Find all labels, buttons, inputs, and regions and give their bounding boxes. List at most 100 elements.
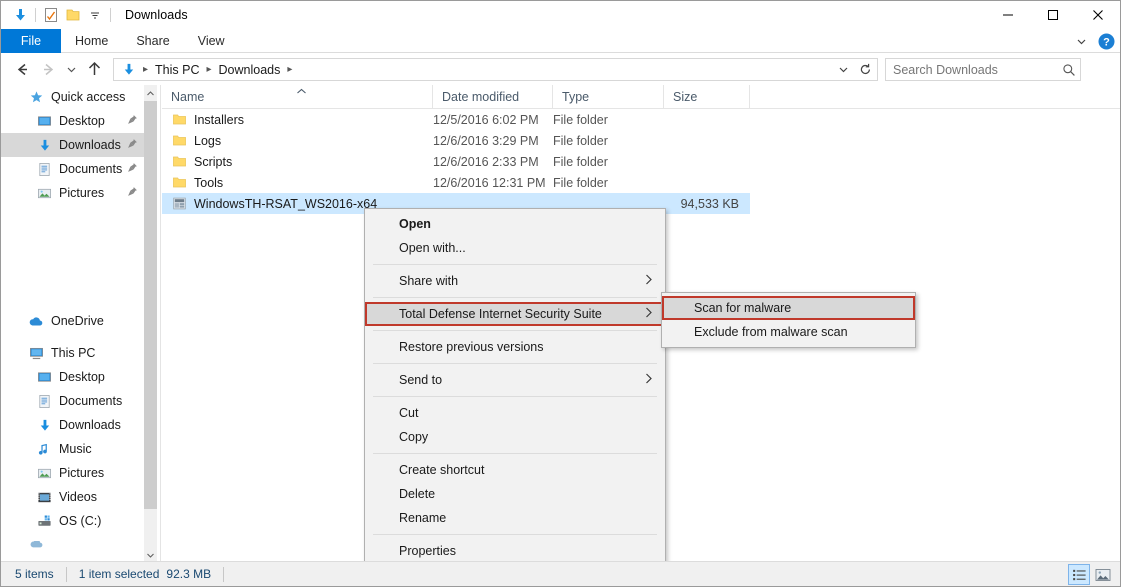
details-view-button[interactable] <box>1068 564 1090 585</box>
table-row[interactable]: Installers 12/5/2016 6:02 PM File folder <box>162 109 1120 130</box>
column-header-date-modified[interactable]: Date modified <box>432 85 552 108</box>
context-menu[interactable]: Open Open with... Share with Total Defen… <box>364 208 666 567</box>
table-row[interactable]: Tools 12/6/2016 12:31 PM File folder <box>162 172 1120 193</box>
sidebar-item-partial[interactable] <box>1 533 146 557</box>
table-row[interactable]: Scripts 12/6/2016 2:33 PM File folder <box>162 151 1120 172</box>
window-controls <box>985 1 1120 29</box>
file-date-cell: 12/6/2016 2:33 PM <box>433 154 539 169</box>
tab-file[interactable]: File <box>1 29 61 53</box>
sidebar-item-downloads[interactable]: Downloads <box>1 413 146 437</box>
menu-separator <box>373 534 657 535</box>
tab-view[interactable]: View <box>184 29 239 53</box>
sidebar-group-quick-access[interactable]: Quick access <box>1 85 146 109</box>
menu-item-total-defense-internet-security-suite[interactable]: Total Defense Internet Security Suite <box>365 302 665 326</box>
menu-item-cut[interactable]: Cut <box>365 401 665 425</box>
sidebar-item-videos[interactable]: Videos <box>1 485 146 509</box>
menu-item-open-with[interactable]: Open with... <box>365 236 665 260</box>
menu-separator <box>373 453 657 454</box>
documents-icon <box>35 392 53 410</box>
menu-item-open[interactable]: Open <box>365 212 665 236</box>
column-header-size[interactable]: Size <box>663 85 749 108</box>
back-arrow-icon[interactable] <box>9 57 35 83</box>
status-bar: 5 items 1 item selected 92.3 MB <box>1 561 1120 586</box>
pin-icon[interactable] <box>127 162 138 176</box>
file-date-cell: 12/6/2016 12:31 PM <box>433 175 546 190</box>
breadcrumb-separator-2[interactable]: ▸ <box>204 59 213 80</box>
sidebar-item-os-c[interactable]: OS (C:) <box>1 509 146 533</box>
breadcrumb-downloads[interactable]: Downloads <box>214 59 286 80</box>
menu-item-send-to[interactable]: Send to <box>365 368 665 392</box>
sidebar-group-this-pc[interactable]: This PC <box>1 341 146 365</box>
up-arrow-icon[interactable] <box>81 57 107 83</box>
documents-icon <box>35 160 53 178</box>
status-selection: 1 item selected <box>78 567 160 581</box>
search-input[interactable]: Search Downloads <box>893 63 1062 77</box>
sidebar-item-desktop[interactable]: Desktop <box>1 365 146 389</box>
help-icon[interactable]: ? <box>1096 31 1116 51</box>
file-size-cell: 94,533 KB <box>680 196 739 211</box>
file-name-cell: Tools <box>171 172 223 193</box>
pin-icon[interactable] <box>127 186 138 200</box>
downloads-folder-icon[interactable] <box>9 4 31 26</box>
sidebar-item-label: Desktop <box>59 114 105 128</box>
sidebar-scrollbar-thumb[interactable] <box>144 101 157 509</box>
sidebar-item-music[interactable]: Music <box>1 437 146 461</box>
tab-home[interactable]: Home <box>61 29 122 53</box>
sidebar-group-onedrive[interactable]: OneDrive <box>1 309 146 333</box>
column-header-type[interactable]: Type <box>552 85 663 108</box>
menu-item-properties[interactable]: Properties <box>365 539 665 563</box>
sidebar-item-pictures[interactable]: Pictures <box>1 461 146 485</box>
pin-icon[interactable] <box>127 138 138 152</box>
menu-item-copy[interactable]: Copy <box>365 425 665 449</box>
menu-item-create-shortcut[interactable]: Create shortcut <box>365 458 665 482</box>
submenu-item-scan-for-malware[interactable]: Scan for malware <box>662 296 915 320</box>
column-header-name[interactable]: Name <box>162 85 432 108</box>
minimize-icon[interactable] <box>985 1 1030 29</box>
status-divider-1 <box>65 566 67 582</box>
address-dropdown-chevron-icon[interactable] <box>832 59 854 80</box>
folder-icon <box>171 175 187 191</box>
status-item-count: 5 items <box>15 567 54 581</box>
sidebar-item-downloads-qa[interactable]: Downloads <box>1 133 146 157</box>
breadcrumb-icon-item[interactable] <box>116 59 141 80</box>
sidebar-item-documents[interactable]: Documents <box>1 389 146 413</box>
sidebar-item-label: Pictures <box>59 466 105 480</box>
file-size-cell <box>664 130 739 151</box>
large-icons-view-button[interactable] <box>1092 564 1114 585</box>
sidebar-item-pictures-qa[interactable]: Pictures <box>1 181 146 205</box>
address-bar-buttons <box>832 59 876 80</box>
table-row[interactable]: Logs 12/6/2016 3:29 PM File folder <box>162 130 1120 151</box>
sidebar-scrollbar[interactable] <box>144 85 157 563</box>
menu-item-rename[interactable]: Rename <box>365 506 665 530</box>
properties-icon[interactable] <box>40 4 62 26</box>
new-folder-icon[interactable] <box>62 4 84 26</box>
recent-locations-chevron-icon[interactable] <box>61 57 81 83</box>
menu-item-restore-previous-versions[interactable]: Restore previous versions <box>365 335 665 359</box>
address-bar[interactable]: ▸ This PC ▸ Downloads ▸ <box>113 58 878 81</box>
menu-item-delete[interactable]: Delete <box>365 482 665 506</box>
file-size-cell <box>664 109 739 130</box>
breadcrumb-separator-3[interactable]: ▸ <box>285 59 294 80</box>
chevron-right-icon <box>645 373 653 388</box>
chevron-down-icon[interactable] <box>1070 30 1092 52</box>
sidebar-item-documents-qa[interactable]: Documents <box>1 157 146 181</box>
sidebar-item-desktop-qa[interactable]: Desktop <box>1 109 146 133</box>
tab-share[interactable]: Share <box>122 29 183 53</box>
maximize-icon[interactable] <box>1030 1 1075 29</box>
customize-qat-chevron-icon[interactable] <box>84 4 106 26</box>
search-box[interactable]: Search Downloads <box>885 58 1081 81</box>
breadcrumb-this-pc[interactable]: This PC <box>150 59 204 80</box>
breadcrumb-separator-1[interactable]: ▸ <box>141 59 150 80</box>
submenu-item-exclude-from-malware-scan[interactable]: Exclude from malware scan <box>662 320 915 344</box>
sidebar-item-label: Music <box>59 442 92 456</box>
scroll-up-icon[interactable] <box>144 85 157 101</box>
menu-item-share-with[interactable]: Share with <box>365 269 665 293</box>
navigation-tree: Quick access Desktop Downloads Documents… <box>1 85 146 557</box>
refresh-icon[interactable] <box>854 59 876 80</box>
pin-icon[interactable] <box>127 114 138 128</box>
menu-item-label: Send to <box>399 373 443 387</box>
context-submenu[interactable]: Scan for malware Exclude from malware sc… <box>661 292 916 348</box>
search-icon[interactable] <box>1062 63 1076 77</box>
close-icon[interactable] <box>1075 1 1120 29</box>
